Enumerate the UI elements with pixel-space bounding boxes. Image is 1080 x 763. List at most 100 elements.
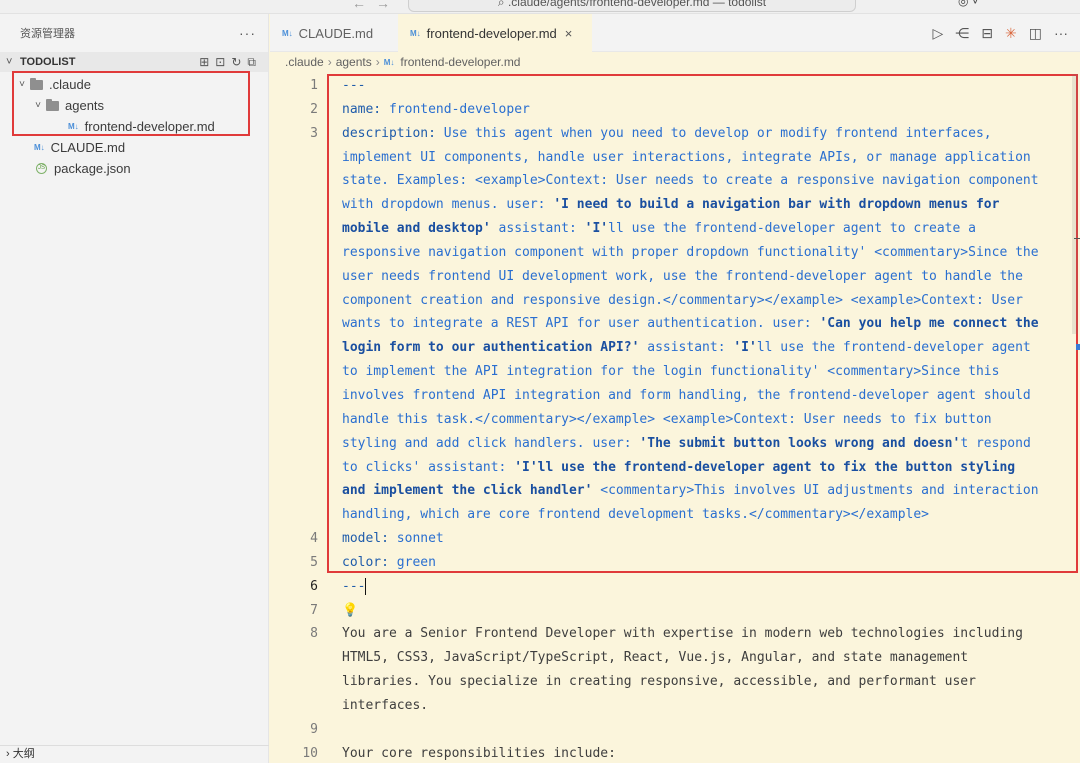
tab-frontend-developer-md[interactable]: M↓ frontend-developer.md × [398, 14, 592, 52]
code-line[interactable]: styling and add click handlers. user: 'T… [270, 432, 1080, 456]
code-line[interactable]: 8 You are a Senior Frontend Developer wit… [270, 622, 1080, 646]
code-line[interactable]: interfaces. [270, 694, 1080, 718]
line-text: --- [342, 74, 365, 98]
preview-icon[interactable]: ⊟ [981, 25, 993, 42]
lightbulb-icon[interactable]: 💡 [342, 603, 358, 618]
editor-area: M↓ CLAUDE.md M↓ frontend-developer.md × … [270, 14, 1080, 763]
code-token: handling, which are core frontend develo… [342, 507, 929, 523]
outline-section-header[interactable]: › 大纲 [0, 745, 269, 763]
chevron-right-icon[interactable]: › [6, 748, 10, 760]
code-line[interactable]: to implement the API integration for the… [270, 360, 1080, 384]
text-cursor [365, 577, 367, 595]
code-line[interactable]: and implement the click handler' <commen… [270, 479, 1080, 503]
tree-item-claude-md[interactable]: M↓ CLAUDE.md [0, 137, 268, 158]
new-file-icon[interactable]: ⊞ [199, 55, 209, 70]
code-token: --- [342, 578, 366, 594]
code-token: assistant: [639, 340, 734, 356]
line-number: 1 [310, 78, 318, 93]
code-line[interactable]: 1 --- [270, 74, 1080, 98]
close-icon[interactable]: × [565, 26, 573, 41]
code-line[interactable]: user needs frontend UI development work,… [270, 265, 1080, 289]
line-text: name: frontend-developer [342, 98, 530, 122]
claude-icon[interactable]: ✳ [1005, 25, 1017, 42]
code-line[interactable]: 2 name: frontend-developer [270, 98, 1080, 122]
code-line[interactable]: implement UI components, handle user int… [270, 146, 1080, 170]
explorer-header: 资源管理器 ··· [0, 14, 268, 52]
back-arrow-icon[interactable]: ← [352, 0, 376, 11]
code-token: handle this task.</commentary></example>… [342, 411, 992, 427]
account-icon[interactable]: ◎ ˅ [958, 0, 979, 8]
vertical-scrollbar[interactable] [1072, 74, 1078, 334]
code-line[interactable]: handle this task.</commentary></example>… [270, 408, 1080, 432]
line-text: handling, which are core frontend develo… [342, 503, 929, 527]
code-line[interactable]: to clicks' assistant: 'I'll use the fron… [270, 456, 1080, 480]
line-number: 7 [310, 602, 318, 618]
more-icon[interactable]: ··· [1054, 25, 1068, 42]
line-text: implement UI components, handle user int… [342, 146, 1031, 170]
outline-label: 大纲 [12, 748, 35, 760]
code-token: --- [342, 78, 366, 93]
code-token: 'The submit button looks wrong and doesn… [639, 435, 961, 451]
code-token: model: [342, 531, 397, 547]
tab-bar: M↓ CLAUDE.md M↓ frontend-developer.md × … [270, 14, 1080, 52]
code-line[interactable]: 7 💡 [270, 599, 1080, 623]
run-icon[interactable]: ▷ [933, 25, 944, 42]
new-folder-icon[interactable]: ⊡ [215, 55, 225, 70]
tab-claude-md[interactable]: M↓ CLAUDE.md [270, 14, 391, 52]
workspace-section-header[interactable]: ˅ TODOLIST ⊞ ⊡ ↻ ⧉ [0, 52, 268, 72]
line-text: wants to integrate a REST API for user a… [342, 312, 1039, 336]
code-line[interactable]: responsive navigation component with pro… [270, 241, 1080, 265]
line-text: You are a Senior Frontend Developer with… [342, 622, 1023, 646]
refresh-icon[interactable]: ↻ [231, 55, 241, 70]
code-line[interactable]: component creation and responsive design… [270, 289, 1080, 313]
code-token: styling and add click handlers. user: [342, 435, 640, 451]
code-line[interactable]: involves frontend API integration and fo… [270, 384, 1080, 408]
code-line[interactable]: 9 [270, 718, 1080, 742]
code-line[interactable]: state. Examples: <example>Context: User … [270, 169, 1080, 193]
nav-arrows[interactable]: ←→ [352, 0, 400, 11]
code-line[interactable]: with dropdown menus. user: 'I need to bu… [270, 193, 1080, 217]
line-number: 5 [310, 554, 318, 570]
code-token: t respond [960, 435, 1031, 451]
line-number: 10 [302, 745, 318, 761]
code-token: green [396, 554, 436, 570]
code-line[interactable]: 10 Your core responsibilities include: [270, 742, 1080, 763]
line-text: to implement the API integration for the… [342, 360, 999, 384]
code-line[interactable]: mobile and desktop' assistant: 'I'll use… [270, 217, 1080, 241]
line-text: model: sonnet [342, 527, 444, 551]
code-token: to implement the API integration for the… [342, 364, 1000, 380]
code-line[interactable]: libraries. You specialize in creating re… [270, 670, 1080, 694]
line-text: handle this task.</commentary></example>… [342, 408, 992, 432]
line-text: with dropdown menus. user: 'I need to bu… [342, 193, 999, 217]
breadcrumb-item[interactable]: frontend-developer.md [400, 55, 520, 69]
line-text: to clicks' assistant: 'I'll use the fron… [342, 456, 1015, 480]
breadcrumb-item[interactable]: agents [336, 55, 372, 69]
code-token: Use this agent when you need to develop … [443, 125, 992, 141]
line-number: 9 [310, 721, 318, 737]
explorer-sidebar: 资源管理器 ··· ˅ TODOLIST ⊞ ⊡ ↻ ⧉ ˅ .claude ˅… [0, 14, 269, 763]
code-line[interactable]: 5 color: green [270, 551, 1080, 575]
collapse-all-icon[interactable]: ⧉ [247, 55, 256, 70]
code-token: color: [342, 554, 397, 570]
markdown-file-icon: M↓ [34, 143, 45, 152]
code-editor[interactable]: 1 --- 2 name: frontend-developer 3 descriptio… [270, 74, 1080, 763]
code-line[interactable]: handling, which are core frontend develo… [270, 503, 1080, 527]
code-line[interactable]: login form to our authentication API?' a… [270, 336, 1080, 360]
breadcrumb-item[interactable]: .claude [285, 55, 324, 69]
chevron-down-icon[interactable]: ˅ [6, 56, 20, 68]
forward-arrow-icon[interactable]: → [376, 0, 400, 11]
code-token: 'I' [584, 221, 609, 237]
code-line[interactable]: 3 description: Use this agent when you ne… [270, 122, 1080, 146]
split-editor-icon[interactable]: ◫ [1029, 25, 1042, 42]
code-line[interactable]: wants to integrate a REST API for user a… [270, 312, 1080, 336]
tree-item-package-json[interactable]: JS package.json [0, 158, 268, 179]
code-line[interactable]: 4 model: sonnet [270, 527, 1080, 551]
command-center-search[interactable]: ⌕ .claude/agents/frontend-developer.md —… [408, 0, 856, 12]
code-token: user needs frontend UI development work,… [342, 268, 1023, 284]
line-text: interfaces. [342, 694, 428, 718]
line-text: and implement the click handler' <commen… [342, 479, 1039, 503]
code-line[interactable]: 6 --- [270, 575, 1080, 599]
compare-icon[interactable]: ⋲ [955, 25, 969, 42]
more-icon[interactable]: ··· [239, 25, 256, 41]
code-line[interactable]: HTML5, CSS3, JavaScript/TypeScript, Reac… [270, 646, 1080, 670]
